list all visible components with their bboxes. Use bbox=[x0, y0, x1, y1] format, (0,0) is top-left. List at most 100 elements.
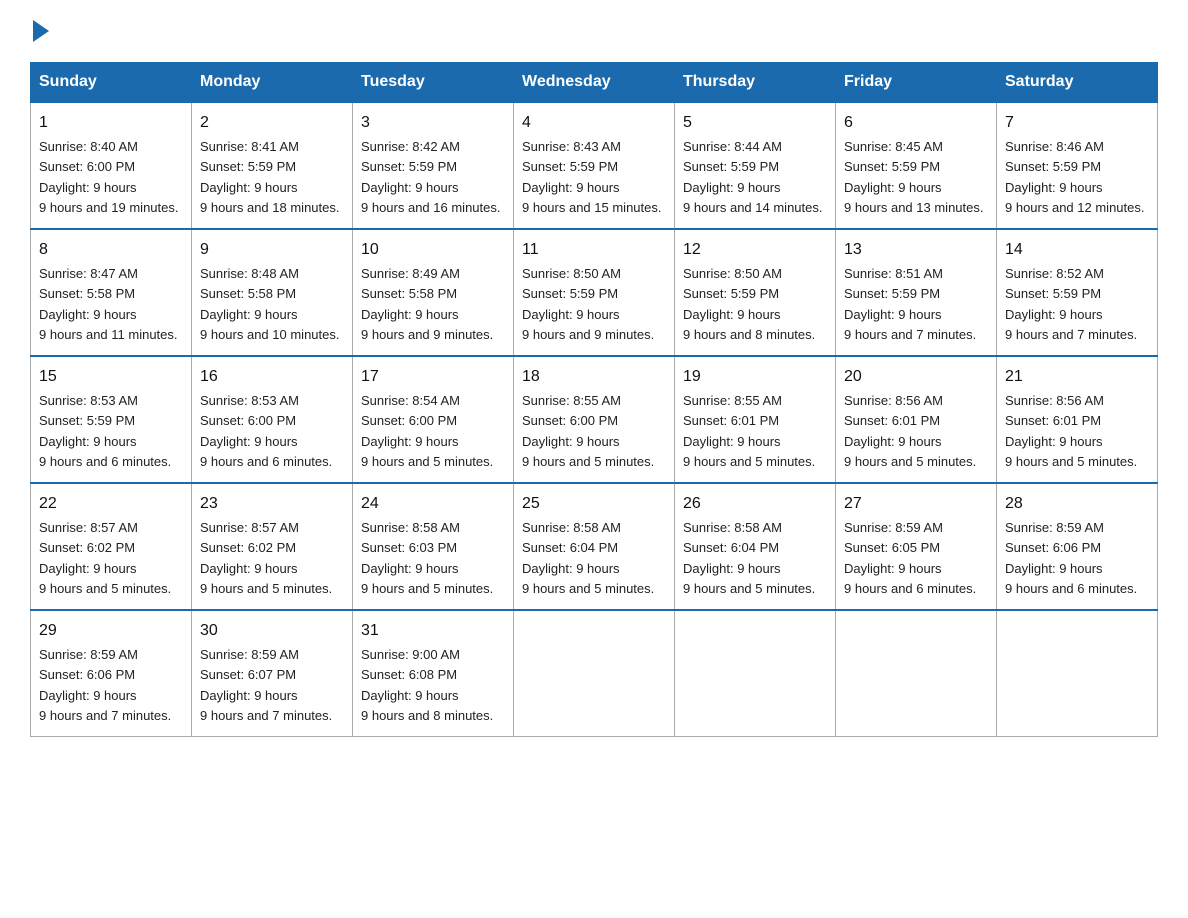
day-info: Sunrise: 8:58 AMSunset: 6:03 PMDaylight:… bbox=[361, 520, 493, 596]
weekday-header-tuesday: Tuesday bbox=[353, 63, 514, 103]
day-number: 12 bbox=[683, 238, 827, 262]
calendar-cell: 20 Sunrise: 8:56 AMSunset: 6:01 PMDayligh… bbox=[836, 356, 997, 483]
calendar-cell: 6 Sunrise: 8:45 AMSunset: 5:59 PMDaylight… bbox=[836, 102, 997, 229]
day-info: Sunrise: 8:59 AMSunset: 6:07 PMDaylight:… bbox=[200, 647, 332, 723]
calendar-cell: 18Sunrise: 8:55 AMSunset: 6:00 PMDayligh… bbox=[514, 356, 675, 483]
calendar-cell: 4 Sunrise: 8:43 AMSunset: 5:59 PMDaylight… bbox=[514, 102, 675, 229]
day-info: Sunrise: 8:57 AMSunset: 6:02 PMDaylight:… bbox=[39, 520, 171, 596]
calendar-cell bbox=[675, 610, 836, 737]
day-info: Sunrise: 8:53 AMSunset: 6:00 PMDaylight:… bbox=[200, 393, 332, 469]
weekday-header-thursday: Thursday bbox=[675, 63, 836, 103]
day-number: 17 bbox=[361, 365, 505, 389]
weekday-header-friday: Friday bbox=[836, 63, 997, 103]
day-number: 28 bbox=[1005, 492, 1149, 516]
day-number: 4 bbox=[522, 111, 666, 135]
day-number: 2 bbox=[200, 111, 344, 135]
day-info: Sunrise: 8:40 AMSunset: 6:00 PMDaylight:… bbox=[39, 139, 178, 215]
day-number: 14 bbox=[1005, 238, 1149, 262]
day-number: 25 bbox=[522, 492, 666, 516]
calendar-cell: 13 Sunrise: 8:51 AMSunset: 5:59 PMDayligh… bbox=[836, 229, 997, 356]
calendar-cell: 11Sunrise: 8:50 AMSunset: 5:59 PMDayligh… bbox=[514, 229, 675, 356]
day-info: Sunrise: 8:49 AMSunset: 5:58 PMDaylight:… bbox=[361, 266, 493, 342]
day-info: Sunrise: 8:45 AMSunset: 5:59 PMDaylight:… bbox=[844, 139, 983, 215]
calendar-week-row: 29 Sunrise: 8:59 AMSunset: 6:06 PMDayligh… bbox=[31, 610, 1158, 737]
day-info: Sunrise: 8:48 AMSunset: 5:58 PMDaylight:… bbox=[200, 266, 339, 342]
day-number: 23 bbox=[200, 492, 344, 516]
weekday-header-sunday: Sunday bbox=[31, 63, 192, 103]
day-number: 10 bbox=[361, 238, 505, 262]
day-number: 8 bbox=[39, 238, 183, 262]
day-info: Sunrise: 8:42 AMSunset: 5:59 PMDaylight:… bbox=[361, 139, 500, 215]
weekday-header-saturday: Saturday bbox=[997, 63, 1158, 103]
calendar-cell: 27 Sunrise: 8:59 AMSunset: 6:05 PMDayligh… bbox=[836, 483, 997, 610]
day-info: Sunrise: 8:54 AMSunset: 6:00 PMDaylight:… bbox=[361, 393, 493, 469]
calendar-week-row: 22Sunrise: 8:57 AMSunset: 6:02 PMDayligh… bbox=[31, 483, 1158, 610]
page-header bbox=[30, 20, 1158, 42]
calendar-cell: 25Sunrise: 8:58 AMSunset: 6:04 PMDayligh… bbox=[514, 483, 675, 610]
calendar-cell: 15 Sunrise: 8:53 AMSunset: 5:59 PMDayligh… bbox=[31, 356, 192, 483]
calendar-cell bbox=[514, 610, 675, 737]
calendar-week-row: 8Sunrise: 8:47 AMSunset: 5:58 PMDaylight… bbox=[31, 229, 1158, 356]
calendar-cell: 2 Sunrise: 8:41 AMSunset: 5:59 PMDaylight… bbox=[192, 102, 353, 229]
day-info: Sunrise: 8:43 AMSunset: 5:59 PMDaylight:… bbox=[522, 139, 661, 215]
day-info: Sunrise: 8:52 AMSunset: 5:59 PMDaylight:… bbox=[1005, 266, 1137, 342]
calendar-cell: 30 Sunrise: 8:59 AMSunset: 6:07 PMDayligh… bbox=[192, 610, 353, 737]
calendar-cell: 17 Sunrise: 8:54 AMSunset: 6:00 PMDayligh… bbox=[353, 356, 514, 483]
day-info: Sunrise: 8:55 AMSunset: 6:01 PMDaylight:… bbox=[683, 393, 815, 469]
calendar-cell: 8Sunrise: 8:47 AMSunset: 5:58 PMDaylight… bbox=[31, 229, 192, 356]
calendar-cell: 22Sunrise: 8:57 AMSunset: 6:02 PMDayligh… bbox=[31, 483, 192, 610]
calendar-table: SundayMondayTuesdayWednesdayThursdayFrid… bbox=[30, 62, 1158, 737]
day-info: Sunrise: 8:53 AMSunset: 5:59 PMDaylight:… bbox=[39, 393, 171, 469]
day-info: Sunrise: 8:50 AMSunset: 5:59 PMDaylight:… bbox=[683, 266, 815, 342]
calendar-cell: 24Sunrise: 8:58 AMSunset: 6:03 PMDayligh… bbox=[353, 483, 514, 610]
day-info: Sunrise: 8:41 AMSunset: 5:59 PMDaylight:… bbox=[200, 139, 339, 215]
day-number: 5 bbox=[683, 111, 827, 135]
day-number: 15 bbox=[39, 365, 183, 389]
day-info: Sunrise: 8:59 AMSunset: 6:05 PMDaylight:… bbox=[844, 520, 976, 596]
day-number: 6 bbox=[844, 111, 988, 135]
day-number: 11 bbox=[522, 238, 666, 262]
day-info: Sunrise: 9:00 AMSunset: 6:08 PMDaylight:… bbox=[361, 647, 493, 723]
calendar-cell: 5 Sunrise: 8:44 AMSunset: 5:59 PMDaylight… bbox=[675, 102, 836, 229]
day-number: 29 bbox=[39, 619, 183, 643]
calendar-cell: 10 Sunrise: 8:49 AMSunset: 5:58 PMDayligh… bbox=[353, 229, 514, 356]
day-info: Sunrise: 8:56 AMSunset: 6:01 PMDaylight:… bbox=[844, 393, 976, 469]
calendar-cell: 21 Sunrise: 8:56 AMSunset: 6:01 PMDayligh… bbox=[997, 356, 1158, 483]
day-number: 18 bbox=[522, 365, 666, 389]
calendar-week-row: 15 Sunrise: 8:53 AMSunset: 5:59 PMDayligh… bbox=[31, 356, 1158, 483]
calendar-cell: 12 Sunrise: 8:50 AMSunset: 5:59 PMDayligh… bbox=[675, 229, 836, 356]
day-number: 30 bbox=[200, 619, 344, 643]
calendar-cell: 19 Sunrise: 8:55 AMSunset: 6:01 PMDayligh… bbox=[675, 356, 836, 483]
calendar-cell: 14 Sunrise: 8:52 AMSunset: 5:59 PMDayligh… bbox=[997, 229, 1158, 356]
calendar-cell: 23 Sunrise: 8:57 AMSunset: 6:02 PMDayligh… bbox=[192, 483, 353, 610]
calendar-cell bbox=[997, 610, 1158, 737]
day-info: Sunrise: 8:57 AMSunset: 6:02 PMDaylight:… bbox=[200, 520, 332, 596]
day-number: 20 bbox=[844, 365, 988, 389]
calendar-cell: 3Sunrise: 8:42 AMSunset: 5:59 PMDaylight… bbox=[353, 102, 514, 229]
day-info: Sunrise: 8:56 AMSunset: 6:01 PMDaylight:… bbox=[1005, 393, 1137, 469]
calendar-cell: 31 Sunrise: 9:00 AMSunset: 6:08 PMDayligh… bbox=[353, 610, 514, 737]
day-info: Sunrise: 8:58 AMSunset: 6:04 PMDaylight:… bbox=[683, 520, 815, 596]
logo-triangle-icon bbox=[33, 20, 49, 42]
day-info: Sunrise: 8:59 AMSunset: 6:06 PMDaylight:… bbox=[39, 647, 171, 723]
day-number: 7 bbox=[1005, 111, 1149, 135]
day-number: 31 bbox=[361, 619, 505, 643]
day-number: 16 bbox=[200, 365, 344, 389]
day-number: 13 bbox=[844, 238, 988, 262]
day-number: 26 bbox=[683, 492, 827, 516]
calendar-cell: 9 Sunrise: 8:48 AMSunset: 5:58 PMDaylight… bbox=[192, 229, 353, 356]
day-number: 9 bbox=[200, 238, 344, 262]
calendar-cell: 16 Sunrise: 8:53 AMSunset: 6:00 PMDayligh… bbox=[192, 356, 353, 483]
day-info: Sunrise: 8:44 AMSunset: 5:59 PMDaylight:… bbox=[683, 139, 822, 215]
weekday-header-monday: Monday bbox=[192, 63, 353, 103]
day-info: Sunrise: 8:51 AMSunset: 5:59 PMDaylight:… bbox=[844, 266, 976, 342]
weekday-header-row: SundayMondayTuesdayWednesdayThursdayFrid… bbox=[31, 63, 1158, 103]
calendar-cell: 29 Sunrise: 8:59 AMSunset: 6:06 PMDayligh… bbox=[31, 610, 192, 737]
day-number: 21 bbox=[1005, 365, 1149, 389]
logo bbox=[30, 20, 49, 42]
day-info: Sunrise: 8:46 AMSunset: 5:59 PMDaylight:… bbox=[1005, 139, 1144, 215]
calendar-cell: 26 Sunrise: 8:58 AMSunset: 6:04 PMDayligh… bbox=[675, 483, 836, 610]
day-number: 27 bbox=[844, 492, 988, 516]
calendar-cell: 7 Sunrise: 8:46 AMSunset: 5:59 PMDaylight… bbox=[997, 102, 1158, 229]
day-number: 19 bbox=[683, 365, 827, 389]
